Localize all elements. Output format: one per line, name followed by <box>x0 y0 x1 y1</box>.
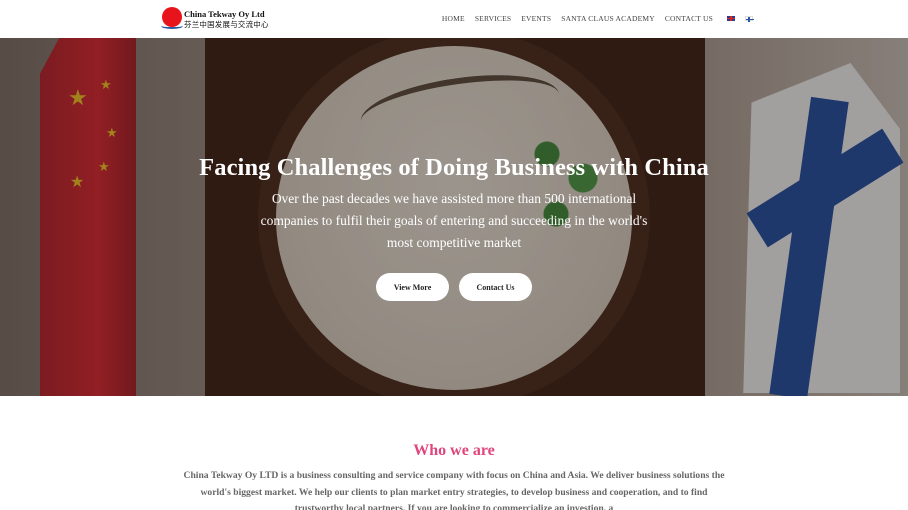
logo[interactable]: China Tekway Oy Ltd 芬兰中国发展与交流中心 <box>161 7 274 31</box>
nav-services[interactable]: SERVICES <box>475 14 511 23</box>
logo-name-cn: 芬兰中国发展与交流中心 <box>184 20 269 29</box>
english-flag-icon[interactable] <box>727 16 735 21</box>
nav-santa-claus-academy[interactable]: SANTA CLAUS ACADEMY <box>561 14 655 23</box>
site-header: China Tekway Oy Ltd 芬兰中国发展与交流中心 HOME SER… <box>0 0 908 38</box>
logo-name-en: China Tekway Oy Ltd <box>184 9 265 19</box>
hero-subtitle: Over the past decades we have assisted m… <box>260 191 648 250</box>
who-we-are-text: China Tekway Oy LTD is a business consul… <box>183 470 725 510</box>
nav-home[interactable]: HOME <box>442 14 465 23</box>
nav-events[interactable]: EVENTS <box>521 14 551 23</box>
finnish-flag-icon[interactable] <box>745 16 754 22</box>
logo-wave-icon <box>161 23 183 29</box>
hero-title: Facing Challenges of Doing Business with… <box>199 154 709 181</box>
main-nav: HOME SERVICES EVENTS SANTA CLAUS ACADEMY… <box>442 14 754 23</box>
view-more-button[interactable]: View More <box>376 273 449 301</box>
nav-contact-us[interactable]: CONTACT US <box>665 14 713 23</box>
who-we-are-heading: Who we are <box>413 442 495 459</box>
contact-us-button[interactable]: Contact Us <box>459 273 532 301</box>
hero-section: ★ ★ ★ ★ ★ Facing Challenges of Doing Bus… <box>0 38 908 396</box>
